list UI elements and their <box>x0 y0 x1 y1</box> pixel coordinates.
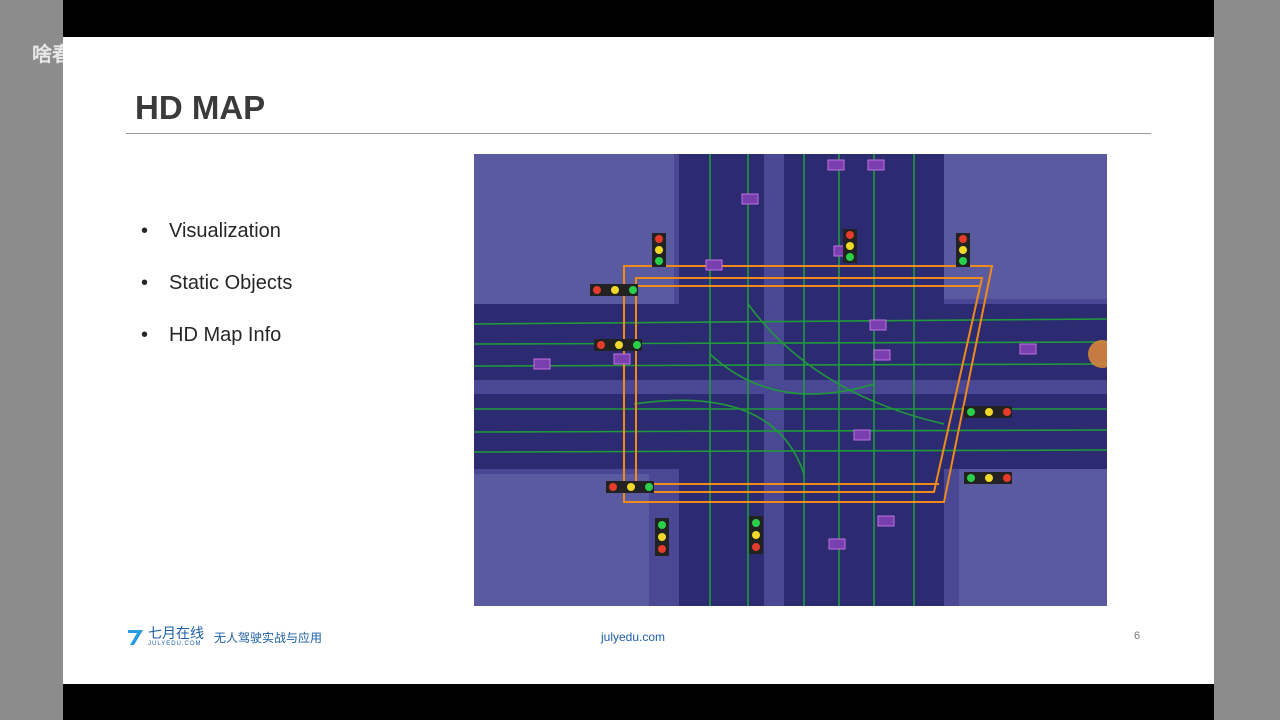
bullet-list: • Visualization • Static Objects • HD Map I… <box>141 220 292 376</box>
page-number: 6 <box>1134 630 1141 642</box>
hd-map-visualization <box>474 154 1107 606</box>
bilibili-watermark: bilibili <box>335 61 476 105</box>
bullet-text: Visualization <box>169 220 281 242</box>
title-divider <box>126 133 1151 134</box>
brand-logo: 七月在线 JULYEDU.COM 无人驾驶实战与应用 <box>127 627 322 647</box>
slide-title: HD MAP <box>135 89 266 126</box>
brand-domain: JULYEDU.COM <box>148 641 202 647</box>
bullet-text: HD Map Info <box>169 324 282 346</box>
course-name: 无人驾驶实战与应用 <box>214 630 323 645</box>
brand-7-icon <box>128 630 143 645</box>
bullet-item: • HD Map Info <box>141 324 282 346</box>
hd-map-image <box>474 154 1107 606</box>
bullet-text: Static Objects <box>169 272 293 294</box>
bullet-item: • Visualization <box>141 220 281 242</box>
bullet-item: • Static Objects <box>141 272 293 294</box>
brand-name: 七月在线 <box>148 626 204 642</box>
slide: bilibili HD MAP • Visualization • Static O… <box>63 37 1214 684</box>
site-url: julyedu.com <box>601 630 666 644</box>
